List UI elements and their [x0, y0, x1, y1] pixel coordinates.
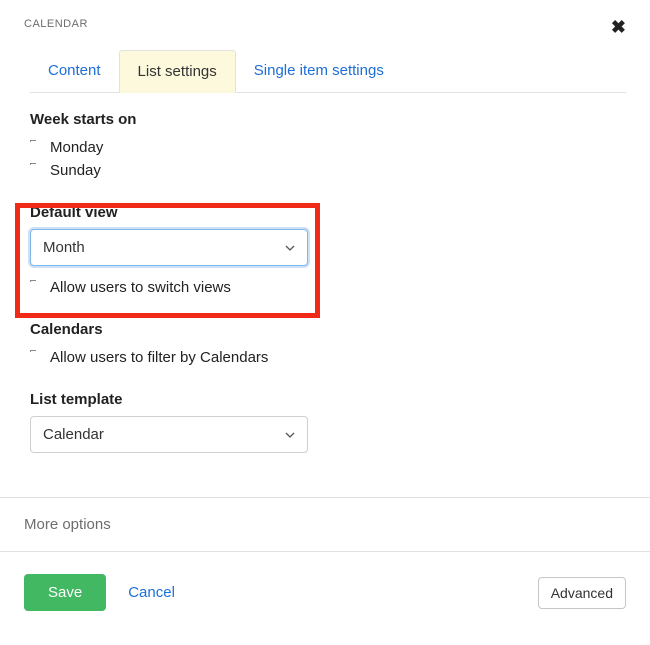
- radio-monday-label: Monday: [50, 139, 103, 156]
- label-week-starts: Week starts on: [30, 111, 620, 128]
- more-options-row[interactable]: More options: [0, 497, 650, 552]
- save-button[interactable]: Save: [24, 574, 106, 611]
- group-calendars: Calendars Allow users to filter by Calen…: [30, 321, 620, 369]
- checkbox-allow-switch-views-label: Allow users to switch views: [50, 279, 231, 296]
- group-list-template: List template Calendar: [30, 391, 620, 453]
- group-default-view: Default view Month Allow users to switch…: [30, 204, 620, 299]
- tabs: Content List settings Single item settin…: [30, 50, 626, 93]
- radio-sunday-label: Sunday: [50, 162, 101, 179]
- group-week-starts: Week starts on Monday Sunday: [30, 111, 620, 182]
- label-default-view: Default view: [30, 204, 620, 221]
- radio-sunday[interactable]: [30, 165, 42, 177]
- close-icon[interactable]: ✖: [611, 18, 626, 36]
- label-list-template: List template: [30, 391, 620, 408]
- tab-list-settings[interactable]: List settings: [119, 50, 236, 93]
- radio-monday[interactable]: [30, 142, 42, 154]
- checkbox-allow-filter-calendars[interactable]: [30, 352, 42, 364]
- footer: Save Cancel Advanced: [0, 552, 650, 633]
- label-calendars: Calendars: [30, 321, 620, 338]
- advanced-button[interactable]: Advanced: [538, 577, 626, 609]
- select-list-template[interactable]: Calendar: [30, 416, 308, 453]
- cancel-button[interactable]: Cancel: [124, 574, 179, 611]
- select-default-view[interactable]: Month: [30, 229, 308, 266]
- checkbox-allow-filter-calendars-label: Allow users to filter by Calendars: [50, 349, 268, 366]
- tab-content[interactable]: Content: [30, 50, 119, 92]
- checkbox-allow-switch-views[interactable]: [30, 282, 42, 294]
- panel-title: CALENDAR: [24, 18, 88, 30]
- tab-single-item-settings[interactable]: Single item settings: [236, 50, 402, 92]
